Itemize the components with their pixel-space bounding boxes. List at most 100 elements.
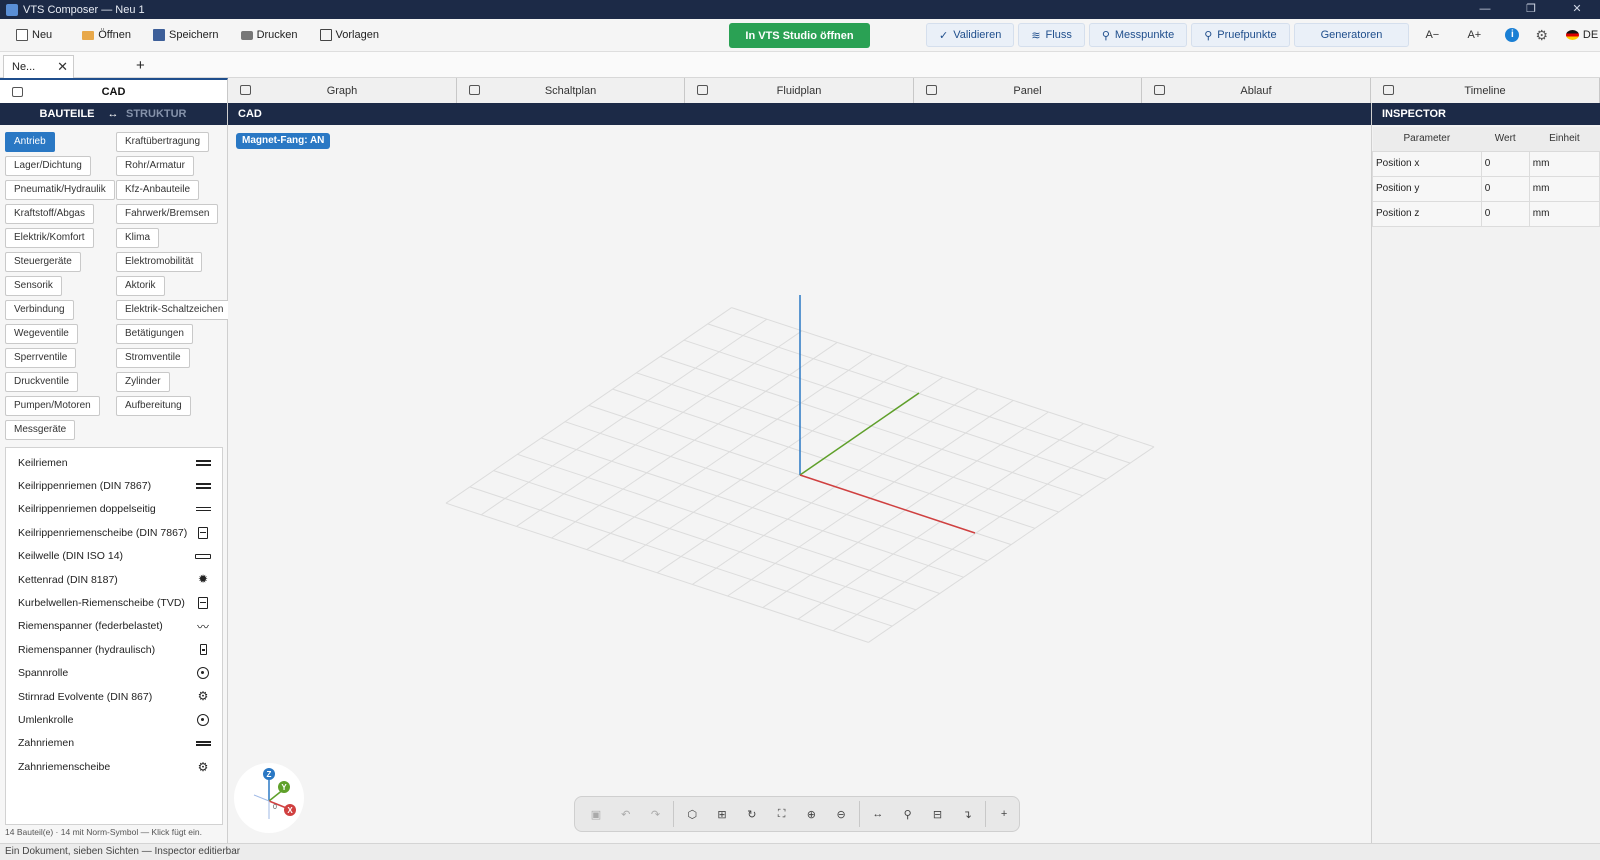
tab-ablauf[interactable]: Ablauf [1142,78,1371,103]
category-chip[interactable]: Kfz-Anbauteile [116,180,200,200]
category-chip[interactable]: Verbindung [5,300,74,320]
component-label: Kettenrad (DIN 8187) [18,573,118,586]
component-label: Keilwelle (DIN ISO 14) [18,550,124,563]
swap-icon[interactable]: ↔ [100,108,126,120]
category-chip[interactable]: Antrieb [5,132,55,152]
category-chip[interactable]: Zylinder [116,372,170,392]
category-chip[interactable]: Betätigungen [116,324,193,344]
generators-button[interactable]: Generatoren [1293,23,1410,47]
category-chip[interactable]: Messgeräte [5,420,76,440]
measure-icon[interactable]: ↔ [863,802,893,826]
list-item[interactable]: Riemenspanner (federbelastet) 〰 [6,615,222,638]
list-item[interactable]: Zahnriemen [6,732,222,755]
new-button[interactable]: Neu [8,23,60,47]
category-chip[interactable]: Steuergeräte [5,252,81,272]
measure-points-button[interactable]: ⚲ Messpunkte [1088,23,1188,47]
list-item[interactable]: Keilrippenriemen (DIN 7867) [6,474,222,497]
category-chip[interactable]: Lager/Dichtung [5,156,91,176]
param-value-field[interactable]: 0 [1480,150,1530,177]
right-toolbar: ✓ Validieren ≋ Fluss ⚲ Messpunkte ⚲ Pruefpun… [926,23,1598,47]
category-chip[interactable]: Aufbereitung [116,396,191,416]
param-value-field[interactable]: 0 [1480,175,1530,202]
window-title: VTS Composer — Neu 1 [23,3,145,16]
open-button[interactable]: Öffnen [74,23,139,47]
validate-label: Validieren [953,29,1002,41]
save-button[interactable]: Speichern [145,23,227,47]
tab-structure[interactable]: STRUKTUR [126,108,187,120]
category-chip[interactable]: Elektrik/Komfort [5,228,94,248]
list-item[interactable]: Keilriemen [6,451,222,474]
list-item[interactable]: Umlenkrolle [6,708,222,731]
list-item[interactable]: Zahnriemenscheibe ⚙ [6,755,222,778]
tab-components[interactable]: BAUTEILE [0,108,100,120]
zoom-out-icon[interactable]: ⊖ [826,802,856,826]
print-button[interactable]: Drucken [233,23,306,47]
cad-canvas[interactable] [228,125,1371,843]
font-larger-button[interactable]: A+ [1455,29,1493,41]
grid-line [868,446,1155,643]
category-chip[interactable]: Stromventile [116,348,190,368]
tab-timeline[interactable]: Timeline [1371,78,1600,103]
pin-icon[interactable]: ⚲ [893,802,923,826]
flow-button[interactable]: ≋ Fluss [1018,23,1085,47]
test-points-button[interactable]: ⚲ Pruefpunkte [1191,23,1290,47]
add-icon[interactable]: + [989,802,1019,826]
category-chip[interactable]: Elektrik-Schaltzeichen [116,300,233,320]
category-chip[interactable]: Sensorik [5,276,62,296]
connect-icon[interactable]: ↴ [952,802,982,826]
info-icon[interactable]: i [1505,28,1520,42]
settings-gear-icon[interactable]: ⚙ [1535,27,1548,44]
category-chip[interactable]: Klima [116,228,160,248]
list-item[interactable]: Riemenspanner (hydraulisch) [6,638,222,661]
panel-icon [926,85,937,95]
tab-schaltplan-label: Schaltplan [544,84,597,97]
category-chip[interactable]: Wegeventile [5,324,78,344]
list-item[interactable]: Keilwelle (DIN ISO 14) [6,545,222,568]
list-item[interactable]: Keilrippenriemenscheibe (DIN 7867) [6,521,222,544]
category-chip[interactable]: Elektromobilität [116,252,203,272]
open-in-studio-button[interactable]: In VTS Studio öffnen [729,23,870,48]
category-chip[interactable]: Druckventile [5,372,79,392]
cube-view-icon[interactable]: ⬡ [677,802,707,826]
column-header: Wert [1481,127,1530,152]
fit-view-icon[interactable]: ⛶ [767,802,797,826]
category-chip[interactable]: Kraftstoff/Abgas [5,204,94,224]
validate-button[interactable]: ✓ Validieren [926,23,1015,47]
tab-graph[interactable]: Graph [228,78,457,103]
document-tab[interactable]: Ne... ✕ [3,55,74,78]
add-tab-button[interactable]: + [136,57,145,74]
category-chip[interactable]: Sperrventile [5,348,77,368]
dimension-icon[interactable]: ⊟ [923,802,953,826]
tab-schaltplan[interactable]: Schaltplan [457,78,685,103]
category-chip[interactable]: Rohr/Armatur [116,156,195,176]
orientation-gizmo[interactable]: Z Y X 0 [234,763,304,833]
undo-icon[interactable]: ↶ [611,802,641,826]
maximize-button[interactable]: ❐ [1508,0,1554,19]
param-value-field[interactable]: 0 [1480,200,1530,227]
close-window-button[interactable]: ✕ [1554,0,1600,19]
language-selector[interactable]: DE [1565,29,1598,41]
category-chip[interactable]: Kraftübertragung [116,132,210,152]
list-item[interactable]: Stirnrad Evolvente (DIN 867) ⚙ [6,685,222,708]
rotate-icon[interactable]: ↻ [737,802,767,826]
new-label: Neu [32,29,53,41]
tab-panel[interactable]: Panel [914,78,1142,103]
category-chip[interactable]: Pneumatik/Hydraulik [5,180,115,200]
category-chip[interactable]: Pumpen/Motoren [5,396,100,416]
redo-icon[interactable]: ↷ [641,802,671,826]
list-item[interactable]: Keilrippenriemen doppelseitig [6,498,222,521]
screenshot-icon[interactable]: ▣ [581,802,611,826]
tab-cad[interactable]: CAD [0,78,228,103]
list-item[interactable]: Kettenrad (DIN 8187) ✹ [6,568,222,591]
grid-view-icon[interactable]: ⊞ [707,802,737,826]
zoom-in-icon[interactable]: ⊕ [796,802,826,826]
list-item[interactable]: Spannrolle [6,662,222,685]
tab-fluidplan[interactable]: Fluidplan [685,78,914,103]
minimize-button[interactable]: — [1462,0,1508,19]
font-smaller-button[interactable]: A− [1413,29,1451,41]
category-chip[interactable]: Aktorik [116,276,165,296]
templates-button[interactable]: Vorlagen [312,23,387,47]
list-item[interactable]: Kurbelwellen-Riemenscheibe (TVD) [6,591,222,614]
close-tab-icon[interactable]: ✕ [57,59,68,75]
category-chip[interactable]: Fahrwerk/Bremsen [116,204,219,224]
